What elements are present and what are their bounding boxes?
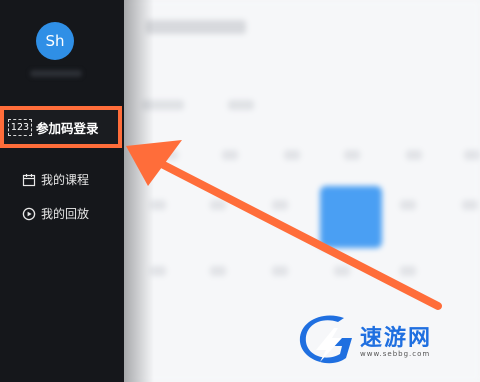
username-blurred [30, 70, 82, 77]
calendar-cell [222, 150, 238, 160]
sidebar: Sh 123 参加码登录 我的课程 我的回放 [0, 0, 124, 382]
calendar-cell [272, 200, 288, 210]
sidebar-item-my-replays[interactable]: 我的回放 [22, 205, 89, 222]
calendar-cell [344, 150, 360, 160]
calendar-cell [464, 150, 480, 160]
calendar-cell [400, 200, 416, 210]
sidebar-shadow [124, 0, 154, 382]
filter-placeholder [228, 100, 254, 110]
sidebar-item-label: 我的回放 [41, 207, 90, 221]
watermark-url: www.sebbg.com [360, 350, 431, 358]
avatar[interactable]: Sh [36, 22, 74, 60]
sidebar-item-label: 我的课程 [41, 173, 90, 187]
calendar-cell [334, 266, 350, 276]
calendar-cell [210, 200, 226, 210]
replay-icon [22, 207, 36, 221]
sidebar-item-code-login[interactable]: 123 参加码登录 [8, 118, 99, 137]
calendar-cell [162, 150, 178, 160]
selected-day-block [320, 186, 382, 248]
calendar-icon [22, 173, 36, 187]
calendar-cell [210, 266, 226, 276]
sidebar-item-label: 参加码登录 [36, 121, 99, 136]
main-title-placeholder [146, 20, 246, 34]
watermark-logo-icon [299, 315, 352, 364]
calendar-cell [272, 266, 288, 276]
calendar-cell [406, 150, 422, 160]
code-icon: 123 [8, 119, 32, 136]
sidebar-item-my-courses[interactable]: 我的课程 [22, 171, 89, 188]
calendar-cell [462, 200, 478, 210]
watermark: 速游网 www.sebbg.com [298, 314, 432, 364]
watermark-name: 速游网 [360, 326, 433, 351]
calendar-cell [400, 266, 416, 276]
calendar-cell [284, 150, 300, 160]
